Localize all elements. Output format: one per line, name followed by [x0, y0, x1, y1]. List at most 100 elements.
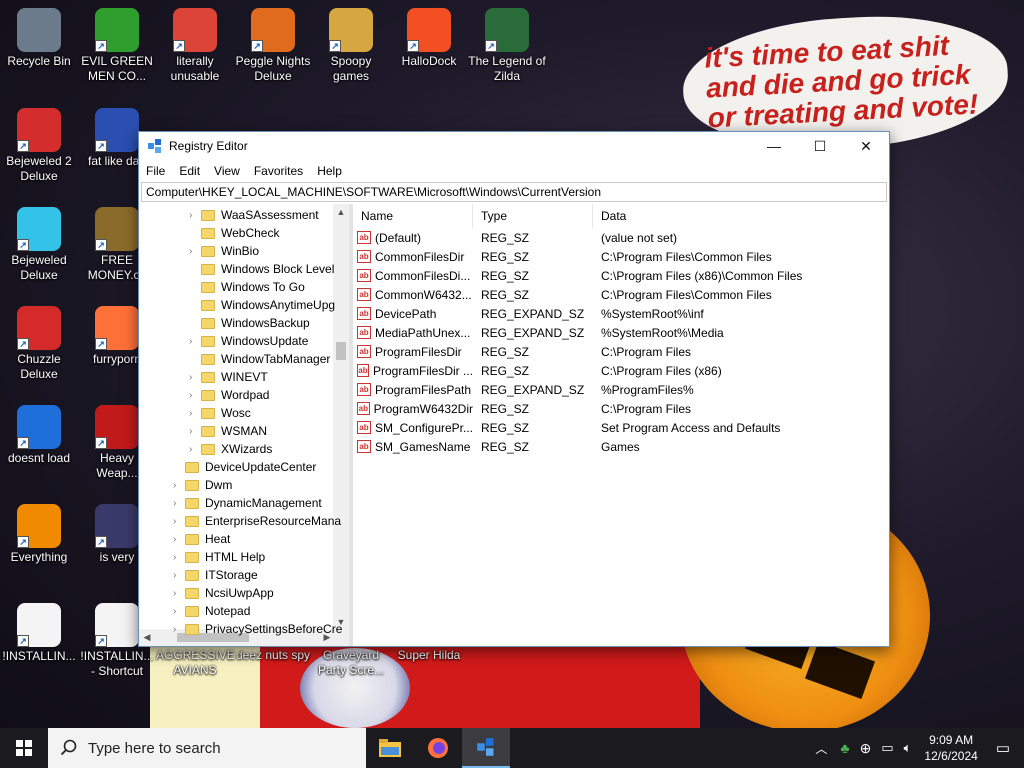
- chevron-right-icon[interactable]: ›: [189, 408, 201, 419]
- chevron-right-icon[interactable]: ›: [189, 246, 201, 257]
- value-row[interactable]: ab DevicePath REG_EXPAND_SZ %SystemRoot%\in…: [353, 304, 889, 323]
- value-row[interactable]: ab ProgramFilesDir ... REG_SZ C:\Program Fi…: [353, 361, 889, 380]
- volume-muted-icon[interactable]: 🔈︎: [899, 740, 917, 756]
- notifications-icon[interactable]: ▭: [986, 739, 1024, 757]
- tree-item[interactable]: › XWizards: [189, 440, 272, 458]
- values-pane[interactable]: Name Type Data ab (Default) REG_SZ (value n…: [353, 204, 889, 646]
- desktop-icon[interactable]: ↗ literally unusable: [156, 8, 234, 84]
- tree-item[interactable]: › WindowsUpdate: [189, 332, 308, 350]
- value-row[interactable]: ab CommonW6432... REG_SZ C:\Program Files\C…: [353, 285, 889, 304]
- value-row[interactable]: ab ProgramFilesDir REG_SZ C:\Program Files: [353, 342, 889, 361]
- tree-item[interactable]: › NcsiUwpApp: [173, 584, 274, 602]
- network-people-icon[interactable]: ♣: [835, 740, 854, 756]
- desktop-icon[interactable]: Graveyard Party Scre...: [312, 648, 390, 678]
- value-row[interactable]: ab SM_GamesName REG_SZ Games: [353, 437, 889, 456]
- chevron-right-icon[interactable]: ›: [173, 480, 185, 491]
- tree-item[interactable]: › WINEVT: [189, 368, 268, 386]
- tree-item[interactable]: WindowsBackup: [189, 314, 310, 332]
- menu-view[interactable]: View: [207, 164, 247, 178]
- menu-help[interactable]: Help: [310, 164, 349, 178]
- taskbar-registry-editor[interactable]: [462, 728, 510, 768]
- tree-item[interactable]: › EnterpriseResourceMana: [173, 512, 341, 530]
- menu-edit[interactable]: Edit: [172, 164, 207, 178]
- chevron-right-icon[interactable]: ›: [173, 534, 185, 545]
- tree-item[interactable]: › Dwm: [173, 476, 232, 494]
- maximize-button[interactable]: ☐: [797, 132, 843, 160]
- chevron-right-icon[interactable]: ›: [173, 570, 185, 581]
- chevron-right-icon[interactable]: ›: [173, 606, 185, 617]
- chevron-right-icon[interactable]: ›: [189, 372, 201, 383]
- tree-item[interactable]: WindowTabManager: [189, 350, 330, 368]
- scroll-left-icon[interactable]: ◀: [139, 629, 155, 646]
- desktop-icon[interactable]: ↗ Spoopy games: [312, 8, 390, 84]
- tree-item[interactable]: › Wosc: [189, 404, 251, 422]
- tree-item[interactable]: › DynamicManagement: [173, 494, 322, 512]
- column-header-name[interactable]: Name: [353, 204, 473, 228]
- chevron-right-icon[interactable]: ›: [189, 444, 201, 455]
- desktop-icon[interactable]: Super Hilda: [390, 648, 468, 663]
- chevron-right-icon[interactable]: ›: [189, 390, 201, 401]
- value-row[interactable]: ab ProgramW6432Dir REG_SZ C:\Program Files: [353, 399, 889, 418]
- tree-item[interactable]: › ITStorage: [173, 566, 258, 584]
- minimize-button[interactable]: —: [751, 132, 797, 160]
- value-row[interactable]: ab MediaPathUnex... REG_EXPAND_SZ %SystemRo…: [353, 323, 889, 342]
- tree-item[interactable]: Windows To Go: [189, 278, 305, 296]
- scroll-thumb[interactable]: [336, 342, 346, 360]
- chevron-up-icon[interactable]: ︿: [807, 740, 835, 757]
- desktop-icon[interactable]: deez nuts spy: [234, 648, 312, 663]
- tree-item[interactable]: WindowsAnytimeUpg: [189, 296, 335, 314]
- chevron-right-icon[interactable]: ›: [189, 336, 201, 347]
- menu-file[interactable]: File: [139, 164, 172, 178]
- chevron-right-icon[interactable]: ›: [189, 426, 201, 437]
- desktop-icon[interactable]: Recycle Bin: [0, 8, 78, 69]
- tree-vertical-scrollbar[interactable]: ▲ ▼: [333, 204, 349, 630]
- tree-item[interactable]: Windows Block Level: [189, 260, 334, 278]
- value-row[interactable]: ab (Default) REG_SZ (value not set): [353, 228, 889, 247]
- desktop-icon[interactable]: ↗ Bejeweled Deluxe: [0, 207, 78, 283]
- globe-icon[interactable]: ⊕: [855, 740, 877, 757]
- tree-item[interactable]: › PrivacySettingsBeforeCre: [173, 620, 342, 638]
- registry-editor-window[interactable]: Registry Editor — ☐ ✕ File Edit View Fav…: [138, 131, 890, 647]
- taskbar-file-explorer[interactable]: [366, 728, 414, 768]
- tree-item[interactable]: › WSMAN: [189, 422, 267, 440]
- scroll-up-icon[interactable]: ▲: [333, 204, 349, 220]
- tree-item[interactable]: › WaaSAssessment: [189, 206, 319, 224]
- value-row[interactable]: ab SM_ConfigurePr... REG_SZ Set Program Acc…: [353, 418, 889, 437]
- desktop-icon[interactable]: ↗ The Legend of Zilda: [468, 8, 546, 84]
- clock[interactable]: 9:09 AM 12/6/2024: [916, 732, 985, 764]
- column-header-type[interactable]: Type: [473, 204, 593, 228]
- desktop-icon[interactable]: ↗ Bejeweled 2 Deluxe: [0, 108, 78, 184]
- desktop-icon[interactable]: ↗ Chuzzle Deluxe: [0, 306, 78, 382]
- network-icon[interactable]: ▭: [876, 740, 898, 756]
- chevron-right-icon[interactable]: ›: [173, 624, 185, 635]
- key-tree[interactable]: ▲ ▼ ◀ ▶ › WaaSAssessment WebCheck › WinBio Wi…: [139, 204, 353, 646]
- value-row[interactable]: ab ProgramFilesPath REG_EXPAND_SZ %ProgramF…: [353, 380, 889, 399]
- chevron-right-icon[interactable]: ›: [189, 210, 201, 221]
- close-button[interactable]: ✕: [843, 132, 889, 160]
- column-header-data[interactable]: Data: [593, 204, 889, 228]
- desktop-icon[interactable]: ↗ HalloDock: [390, 8, 468, 69]
- value-row[interactable]: ab CommonFilesDi... REG_SZ C:\Program Files…: [353, 266, 889, 285]
- address-bar[interactable]: Computer\HKEY_LOCAL_MACHINE\SOFTWARE\Mic…: [141, 182, 887, 202]
- tree-item[interactable]: WebCheck: [189, 224, 279, 242]
- desktop-icon[interactable]: ↗ !INSTALLIN...: [0, 603, 78, 664]
- desktop-icon[interactable]: ↗ Everything: [0, 504, 78, 565]
- tree-item[interactable]: DeviceUpdateCenter: [173, 458, 316, 476]
- taskbar-search-box[interactable]: Type here to search: [48, 728, 366, 768]
- tree-item[interactable]: › Heat: [173, 530, 230, 548]
- desktop-icon[interactable]: AGGRESSIVE AVIANS: [156, 648, 235, 678]
- desktop-icon[interactable]: ↗ EVIL GREEN MEN CO...: [78, 8, 156, 84]
- desktop-icon[interactable]: ↗ Peggle Nights Deluxe: [234, 8, 312, 84]
- chevron-right-icon[interactable]: ›: [173, 516, 185, 527]
- tree-item[interactable]: › HTML Help: [173, 548, 265, 566]
- chevron-right-icon[interactable]: ›: [173, 588, 185, 599]
- tree-item[interactable]: › Notepad: [173, 602, 250, 620]
- taskbar-firefox[interactable]: [414, 728, 462, 768]
- menu-favorites[interactable]: Favorites: [247, 164, 310, 178]
- tree-item[interactable]: › WinBio: [189, 242, 259, 260]
- tree-item[interactable]: › Wordpad: [189, 386, 269, 404]
- desktop-icon[interactable]: ↗ doesnt load: [0, 405, 78, 466]
- title-bar[interactable]: Registry Editor — ☐ ✕: [139, 132, 889, 160]
- chevron-right-icon[interactable]: ›: [173, 552, 185, 563]
- value-row[interactable]: ab CommonFilesDir REG_SZ C:\Program Files\C…: [353, 247, 889, 266]
